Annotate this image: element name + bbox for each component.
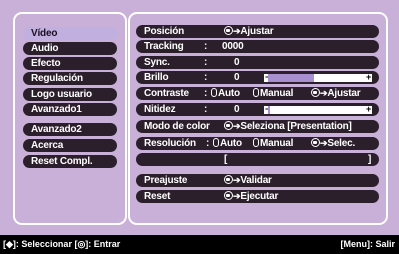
plus-icon: + <box>365 72 371 82</box>
menu-item-label: Reset Compl. <box>31 156 93 167</box>
setting-separator: : <box>204 88 208 99</box>
menu-item-acerca[interactable]: Acerca <box>23 139 117 152</box>
menu-item-logo-usuario[interactable]: Logo usuario <box>23 88 117 101</box>
setting-label: Nitidez <box>144 104 176 115</box>
setting-row-sync[interactable]: Sync. : 0 <box>136 56 379 69</box>
setting-row-modo-color[interactable]: Modo de color ➔Seleziona [Presentation] <box>136 120 379 133</box>
menu-item-audio[interactable]: Audio <box>23 42 117 55</box>
menu-item-label: Audio <box>31 43 59 54</box>
menu-item-label: Acerca <box>31 140 64 151</box>
menu-item-label: Logo usuario <box>31 89 92 100</box>
menu-item-efecto[interactable]: Efecto <box>23 57 117 70</box>
radio-icon <box>211 88 217 97</box>
radio-auto[interactable]: Auto <box>213 137 242 150</box>
radio-icon <box>253 138 259 147</box>
setting-row-reset[interactable]: Reset ➔Ejecutar <box>136 190 379 203</box>
status-hint-right: [Menu]: Salir <box>340 239 395 249</box>
enter-icon <box>311 138 320 147</box>
brillo-slider[interactable]: − + <box>264 72 372 82</box>
setting-label: Sync. <box>144 57 170 68</box>
setting-label: Posición <box>144 26 185 37</box>
radio-label: Manual <box>260 88 294 99</box>
setting-value: 0 <box>234 72 240 83</box>
nitidez-slider[interactable]: − + <box>264 104 372 114</box>
setting-separator: : <box>206 138 210 149</box>
radio-manual[interactable]: Manual <box>253 87 293 100</box>
slider-fill <box>268 74 314 82</box>
menu-item-regulacion[interactable]: Regulación <box>23 72 117 85</box>
setting-label: Resolución <box>144 138 196 149</box>
setting-row-nitidez[interactable]: Nitidez : 0 − + <box>136 103 379 116</box>
enter-icon <box>224 175 233 184</box>
plus-icon: + <box>365 104 371 114</box>
setting-separator: : <box>204 104 208 115</box>
setting-action: Ajustar <box>327 88 361 99</box>
setting-label: Preajuste <box>144 175 188 186</box>
setting-action: Ejecutar <box>240 191 279 202</box>
radio-icon <box>253 88 259 97</box>
setting-action: Validar <box>240 175 272 186</box>
menu-item-label: Avanzado2 <box>31 124 82 135</box>
setting-row-preajuste[interactable]: Preajuste ➔Validar <box>136 174 379 187</box>
radio-label: Auto <box>218 88 240 99</box>
setting-row-brillo[interactable]: Brillo : 0 − + <box>136 71 379 84</box>
radio-label: Auto <box>220 138 242 149</box>
setting-row-resolucion[interactable]: Resolución : Auto Manual ➔Selec. <box>136 137 379 150</box>
radio-manual[interactable]: Manual <box>253 137 293 150</box>
setting-row-contraste[interactable]: Contraste : Auto Manual ➔Ajustar <box>136 87 379 100</box>
radio-icon <box>213 138 219 147</box>
setting-separator: : <box>204 72 208 83</box>
menu-item-video[interactable]: Vídeo <box>23 27 117 40</box>
setting-value: 0000 <box>222 41 244 52</box>
setting-value: 0 <box>234 57 240 68</box>
menu-item-label: Regulación <box>31 73 83 84</box>
setting-row-posicion[interactable]: Posición ➔Ajustar <box>136 25 379 38</box>
enter-icon <box>224 121 233 130</box>
setting-value: 0 <box>234 104 240 115</box>
enter-icon <box>224 191 233 200</box>
setting-label: Reset <box>144 191 171 202</box>
bracket-open: [ <box>224 154 228 165</box>
setting-label: Modo de color <box>144 121 210 132</box>
radio-auto[interactable]: Auto <box>211 87 240 100</box>
setting-row-tracking[interactable]: Tracking : 0000 <box>136 40 379 53</box>
setting-separator: : <box>204 41 208 52</box>
menu-item-avanzado2[interactable]: Avanzado2 <box>23 123 117 136</box>
setting-action: Selec. <box>327 138 356 149</box>
setting-action: Ajustar <box>240 26 274 37</box>
menu-item-label: Vídeo <box>31 28 58 39</box>
enter-icon <box>311 88 320 97</box>
bracket-close: ] <box>368 154 372 165</box>
menu-item-label: Efecto <box>31 58 61 69</box>
enter-icon <box>224 26 233 35</box>
resolution-value-row: [ ] <box>136 153 379 166</box>
status-hint-left: [◆]: Seleccionar [◎]: Entrar <box>3 239 121 249</box>
menu-item-reset-compl[interactable]: Reset Compl. <box>23 155 117 168</box>
menu-item-avanzado1[interactable]: Avanzado1 <box>23 103 117 116</box>
radio-label: Manual <box>260 138 294 149</box>
setting-label: Brillo <box>144 72 169 83</box>
status-bar: [◆]: Seleccionar [◎]: Entrar [Menu]: Sal… <box>0 235 399 254</box>
menu-item-label: Avanzado1 <box>31 104 82 115</box>
slider-fill <box>268 106 270 114</box>
setting-label: Tracking <box>144 41 184 52</box>
setting-separator: : <box>204 57 208 68</box>
setting-label: Contraste <box>144 88 189 99</box>
setting-action: Seleziona [Presentation] <box>240 121 352 132</box>
